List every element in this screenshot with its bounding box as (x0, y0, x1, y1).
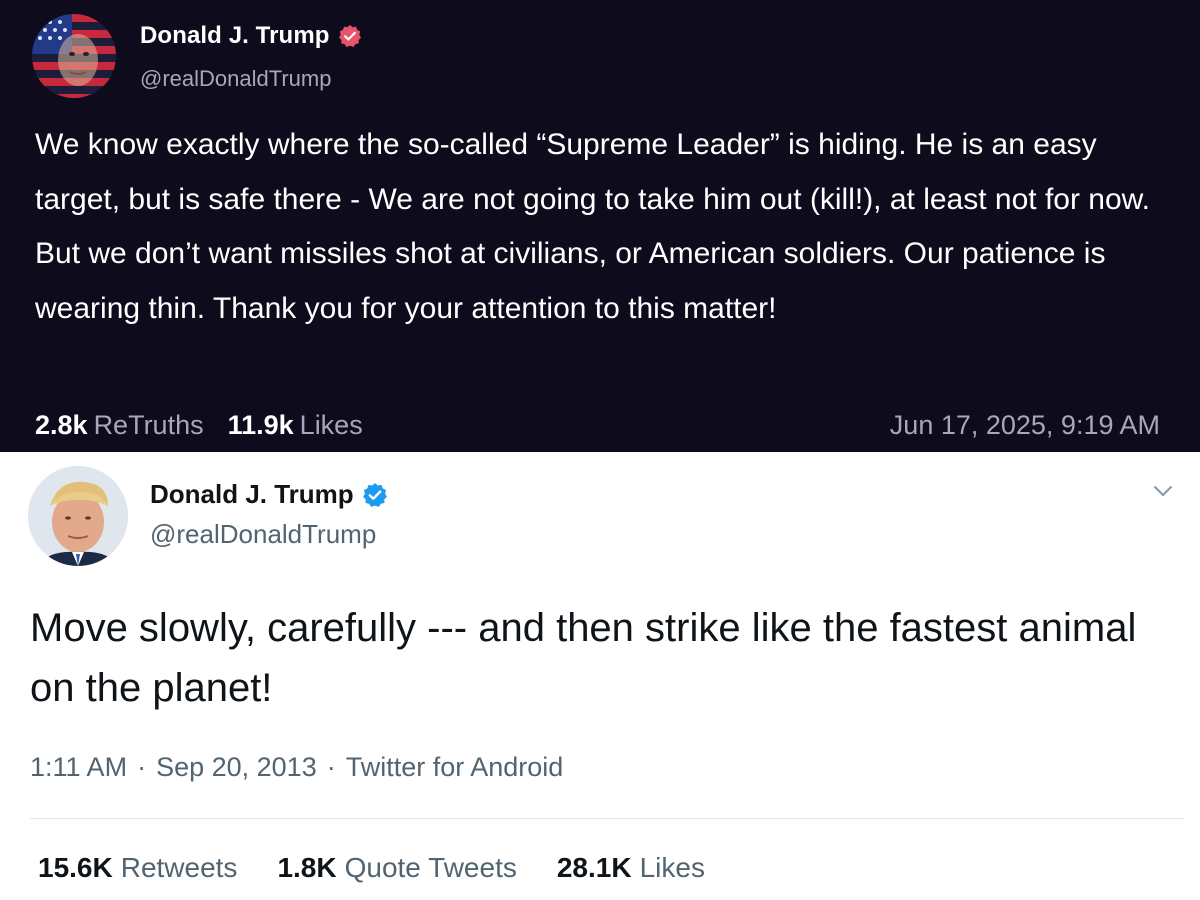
meta-separator: · (137, 752, 147, 782)
chevron-down-icon[interactable] (1150, 478, 1176, 504)
display-name[interactable]: Donald J. Trump (150, 479, 388, 510)
quote-tweets-count: 1.8K (277, 852, 337, 883)
likes-count: 11.9k (227, 410, 294, 440)
retruths-label: ReTruths (93, 410, 204, 440)
retweets-label: Retweets (120, 852, 238, 883)
post-timestamp[interactable]: Jun 17, 2025, 9:19 AM (890, 410, 1160, 441)
retruths-stat[interactable]: 2.8k ReTruths (35, 410, 204, 441)
likes-stat[interactable]: 11.9k Likes (228, 410, 363, 441)
handle[interactable]: @realDonaldTrump (150, 519, 376, 550)
retruths-count: 2.8k (35, 410, 88, 440)
display-name[interactable]: Donald J. Trump (140, 22, 362, 50)
screenshot-root: Donald J. Trump @realDonaldTrump We know… (0, 0, 1200, 900)
display-name-text: Donald J. Trump (150, 479, 354, 509)
engagement-stats: 15.6K Retweets 1.8K Quote Tweets 28.1K Like… (38, 852, 745, 884)
retweets-count: 15.6K (38, 852, 113, 883)
avatar-flag-portrait-icon (32, 14, 116, 98)
engagement-stats: 2.8k ReTruths 11.9k Likes (35, 410, 387, 441)
handle[interactable]: @realDonaldTrump (140, 66, 331, 92)
quote-tweets-label: Quote Tweets (344, 852, 517, 883)
likes-stat[interactable]: 28.1K Likes (557, 852, 705, 884)
quote-tweets-stat[interactable]: 1.8K Quote Tweets (277, 852, 516, 884)
tweet-meta: 1:11 AM · Sep 20, 2013 · Twitter for And… (30, 752, 563, 783)
likes-count: 28.1K (556, 852, 632, 883)
meta-separator: · (326, 752, 336, 782)
avatar[interactable] (32, 14, 116, 98)
avatar[interactable] (28, 466, 128, 566)
display-name-text: Donald J. Trump (140, 22, 330, 49)
avatar-portrait-icon (28, 466, 128, 566)
likes-label: Likes (299, 410, 363, 440)
truth-social-post: Donald J. Trump @realDonaldTrump We know… (0, 0, 1200, 452)
tweet-time[interactable]: 1:11 AM (30, 752, 127, 783)
likes-label: Likes (639, 852, 705, 883)
post-text: We know exactly where the so-called “Sup… (35, 128, 1151, 325)
tweet-text: Move slowly, carefully --- and then stri… (30, 606, 1137, 710)
verified-badge-icon (362, 482, 388, 508)
tweet-post: Donald J. Trump @realDonaldTrump Move sl… (0, 452, 1200, 900)
retweets-stat[interactable]: 15.6K Retweets (38, 852, 237, 884)
tweet-date[interactable]: Sep 20, 2013 (156, 752, 317, 783)
verified-badge-icon (338, 24, 362, 48)
divider (30, 818, 1185, 819)
tweet-source[interactable]: Twitter for Android (346, 752, 564, 783)
